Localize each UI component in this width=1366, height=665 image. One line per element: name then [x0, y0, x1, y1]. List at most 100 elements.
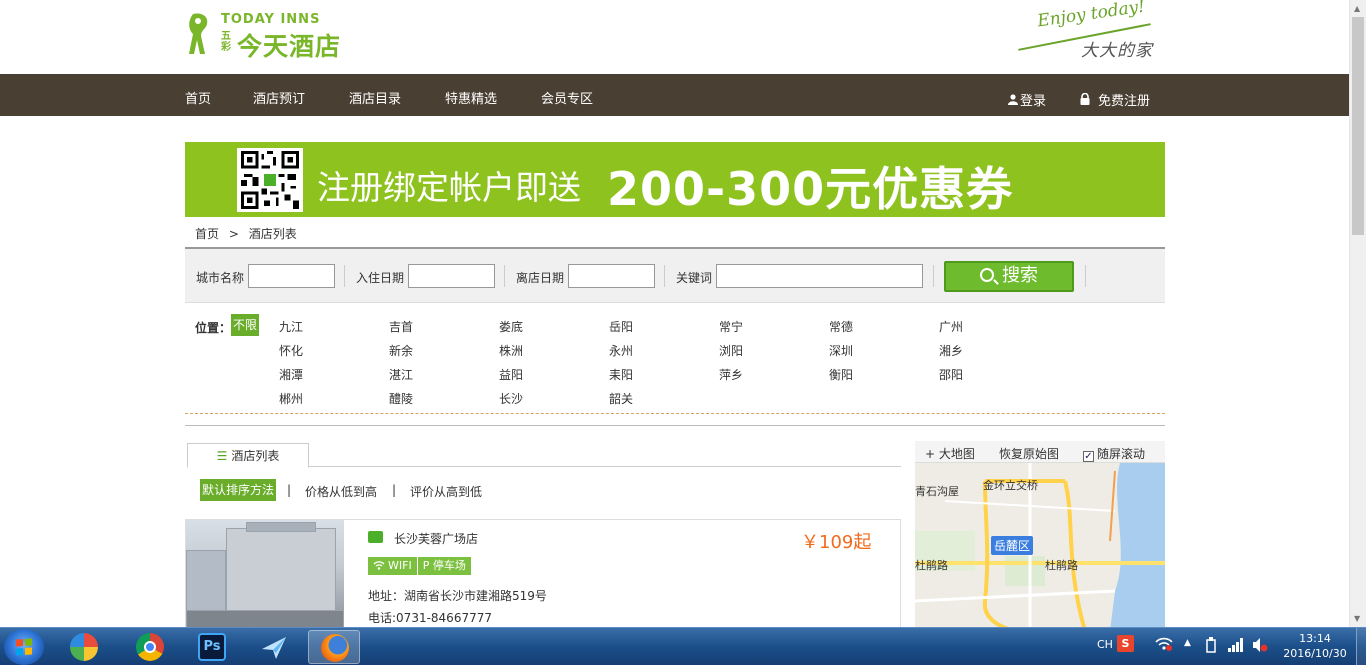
wifi-badge: WIFI — [368, 557, 417, 575]
signal-icon[interactable] — [1228, 638, 1244, 655]
register-link[interactable]: 免费注册 — [1080, 90, 1150, 109]
windows-taskbar: Ps CH S ▲ 13:14 2016/10/30 — [0, 627, 1366, 665]
site-logo[interactable]: TODAY INNS 五彩 今天酒店 — [187, 10, 357, 61]
list-icon: ☰ — [216, 449, 228, 463]
city-link[interactable]: 长沙 — [499, 390, 609, 406]
scroll-down-arrow-icon[interactable]: ▼ — [1354, 614, 1360, 623]
sort-default-button[interactable]: 默认排序方法 — [200, 479, 277, 501]
taskbar-app-photoshop[interactable]: Ps — [186, 630, 238, 664]
scroll-up-arrow-icon[interactable]: ▲ — [1354, 4, 1360, 13]
tab-hotel-list[interactable]: ☰ 酒店列表 — [187, 443, 309, 468]
language-indicator[interactable]: CH — [1097, 638, 1113, 651]
show-desktop-button[interactable] — [1356, 628, 1366, 665]
location-filter-label: 位置： — [195, 321, 232, 335]
keyword-label: 关键词 — [676, 271, 713, 285]
location-any-button[interactable]: 不限 — [231, 314, 259, 336]
hotel-name-link[interactable]: 长沙芙蓉广场店 — [394, 530, 478, 547]
map-enlarge-button[interactable]: + 大地图 — [925, 445, 975, 462]
search-button[interactable]: 搜索 — [944, 261, 1074, 292]
city-link[interactable]: 株洲 — [499, 342, 609, 358]
page-scrollbar[interactable]: ▲ ▼ — [1349, 0, 1366, 627]
map-restore-button[interactable]: 恢复原始图 — [999, 445, 1059, 462]
divider — [933, 265, 934, 287]
chrome-icon — [136, 633, 164, 661]
hotel-map[interactable]: + 大地图 恢复原始图 ✓ 随屏滚动 金环立交桥 青石沟屋 岳麓区 杜鹃路 杜鹃路 — [915, 441, 1165, 631]
city-link[interactable]: 深圳 — [829, 342, 939, 358]
input-method-icon[interactable]: S — [1117, 635, 1134, 652]
city-link[interactable]: 耒阳 — [609, 366, 719, 382]
taskbar-app-firefox[interactable] — [308, 630, 360, 664]
city-link[interactable]: 湛江 — [389, 366, 499, 382]
city-link[interactable]: 浏阳 — [719, 342, 829, 358]
sort-rating-button[interactable]: 评价从高到低 — [410, 483, 482, 500]
city-input[interactable] — [248, 264, 335, 288]
map-label: 金环立交桥 — [983, 479, 1038, 492]
start-button[interactable] — [4, 629, 44, 665]
city-link[interactable]: 湘乡 — [939, 342, 1049, 358]
tray-expand-arrow-icon[interactable]: ▲ — [1184, 638, 1191, 648]
city-link[interactable]: 怀化 — [279, 342, 389, 358]
city-link[interactable]: 益阳 — [499, 366, 609, 382]
pinwheel-app-icon — [70, 633, 98, 661]
nav-item-hotel-directory[interactable]: 酒店目录 — [349, 88, 401, 107]
map-follow-scroll-toggle[interactable]: ✓ 随屏滚动 — [1083, 445, 1145, 462]
main-nav: 首页 酒店预订 酒店目录 特惠精选 会员专区 登录 免费注册 — [0, 74, 1349, 116]
city-link[interactable]: 韶关 — [609, 390, 719, 406]
city-link[interactable]: 新余 — [389, 342, 499, 358]
taskbar-app-pinwheel[interactable] — [58, 630, 110, 664]
hotel-address: 地址：湖南省长沙市建湘路519号 — [368, 589, 547, 603]
search-button-label: 搜索 — [1002, 265, 1038, 286]
system-clock[interactable]: 13:14 2016/10/30 — [1282, 631, 1348, 661]
location-city-list: 九江 吉首 娄底 岳阳 常宁 常德 广州 怀化 新余 株洲 永州 浏阳 深圳 湘… — [279, 318, 1049, 406]
city-link[interactable]: 常宁 — [719, 318, 829, 334]
scrollbar-thumb[interactable] — [1352, 17, 1364, 235]
breadcrumb: 首页 > 酒店列表 — [195, 225, 303, 242]
city-link[interactable]: 娄底 — [499, 318, 609, 334]
sort-price-button[interactable]: 价格从低到高 — [305, 483, 377, 500]
city-link[interactable]: 衡阳 — [829, 366, 939, 382]
city-link[interactable]: 常德 — [829, 318, 939, 334]
firefox-icon — [321, 634, 349, 662]
city-link[interactable]: 萍乡 — [719, 366, 829, 382]
device-icon[interactable] — [1205, 637, 1217, 656]
volume-muted-icon[interactable] — [1252, 637, 1268, 656]
hotel-card[interactable]: 长沙芙蓉广场店 ￥109起 WIFI P 停车场 地址：湖南省长沙市建湘路519… — [185, 519, 901, 639]
nav-item-special-offers[interactable]: 特惠精选 — [445, 88, 497, 107]
bird-app-icon — [262, 637, 286, 659]
taskbar-app-bird[interactable] — [248, 630, 300, 664]
city-link[interactable]: 湘潭 — [279, 366, 389, 382]
breadcrumb-current: 酒店列表 — [248, 227, 297, 241]
promo-banner[interactable]: 注册绑定帐户即送 200-300元优惠券 — [185, 142, 1165, 217]
checkin-date-input[interactable] — [408, 264, 495, 288]
divider — [185, 425, 1165, 426]
search-icon — [980, 268, 994, 282]
browser-page: TODAY INNS 五彩 今天酒店 Enjoy today! 大大的家 首页 … — [0, 0, 1366, 665]
clock-date: 2016/10/30 — [1283, 647, 1347, 660]
slogan-chinese: 大大的家 — [1081, 41, 1153, 61]
city-link[interactable]: 邵阳 — [939, 366, 1049, 382]
nav-item-member-zone[interactable]: 会员专区 — [541, 88, 593, 107]
city-link[interactable]: 醴陵 — [389, 390, 499, 406]
city-link[interactable]: 广州 — [939, 318, 1049, 334]
hotel-list-tabbar: ☰ 酒店列表 — [187, 443, 901, 468]
nav-item-hotel-booking[interactable]: 酒店预订 — [253, 88, 305, 107]
city-label: 城市名称 — [196, 271, 245, 285]
breadcrumb-home[interactable]: 首页 — [195, 227, 219, 241]
logo-chinese-text: 今天酒店 — [237, 32, 342, 61]
network-icon[interactable] — [1155, 636, 1173, 655]
keyword-input[interactable] — [716, 264, 923, 288]
login-link[interactable]: 登录 — [1008, 90, 1046, 109]
checkout-date-input[interactable] — [568, 264, 655, 288]
clock-time: 13:14 — [1299, 632, 1331, 645]
nav-item-home[interactable]: 首页 — [185, 88, 211, 107]
city-link[interactable]: 岳阳 — [609, 318, 719, 334]
sort-separator: | — [392, 483, 397, 497]
city-link[interactable]: 永州 — [609, 342, 719, 358]
wifi-icon — [373, 561, 385, 570]
city-link[interactable]: 九江 — [279, 318, 389, 334]
city-link[interactable]: 吉首 — [389, 318, 499, 334]
banner-text: 注册绑定帐户即送 — [317, 168, 581, 207]
city-link[interactable]: 郴州 — [279, 390, 389, 406]
hotel-photo[interactable] — [186, 520, 344, 630]
taskbar-app-chrome[interactable] — [124, 630, 176, 664]
